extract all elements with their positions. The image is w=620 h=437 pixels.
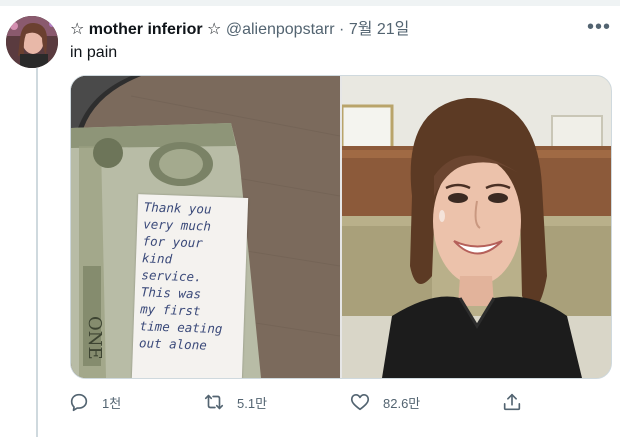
tweet-text: in pain (70, 44, 118, 61)
heart-icon (350, 394, 370, 411)
reply-icon (70, 393, 88, 412)
retweet-button[interactable]: 5.1만 (203, 390, 267, 414)
reply-count: 1천 (102, 395, 122, 411)
svg-text:ONE: ONE (84, 316, 105, 360)
photo-selfie[interactable] (342, 76, 611, 378)
share-icon (503, 393, 521, 411)
tweet-actions: 1천 5.1만 82.6만 (68, 390, 528, 414)
like-button[interactable]: 82.6만 (349, 390, 420, 414)
more-button[interactable]: ••• (586, 17, 612, 41)
display-name[interactable]: ☆ mother inferior ☆ (70, 21, 221, 38)
timeline-top-divider (0, 0, 620, 6)
tweet-media[interactable]: ONE Thank you very much for your kind se… (70, 75, 612, 379)
tweet-date[interactable]: 7월 21일 (349, 21, 410, 38)
thread-connector-line (36, 68, 38, 437)
user-handle[interactable]: @alienpopstarr (226, 21, 335, 38)
avatar[interactable] (6, 16, 58, 68)
tweet-header: ☆ mother inferior ☆ @alienpopstarr · 7월 … (70, 19, 409, 41)
photo-dollar-note[interactable]: ONE Thank you very much for your kind se… (71, 76, 340, 378)
more-icon: ••• (586, 16, 611, 38)
like-count: 82.6만 (383, 395, 421, 411)
note-line: out alone (138, 335, 208, 353)
reply-button[interactable]: 1천 (68, 390, 121, 414)
share-button[interactable] (501, 390, 523, 414)
header-separator: · (339, 21, 345, 38)
retweet-icon (204, 394, 224, 410)
handwritten-note: Thank you very much for your kind servic… (131, 194, 249, 378)
retweet-count: 5.1만 (237, 395, 268, 411)
